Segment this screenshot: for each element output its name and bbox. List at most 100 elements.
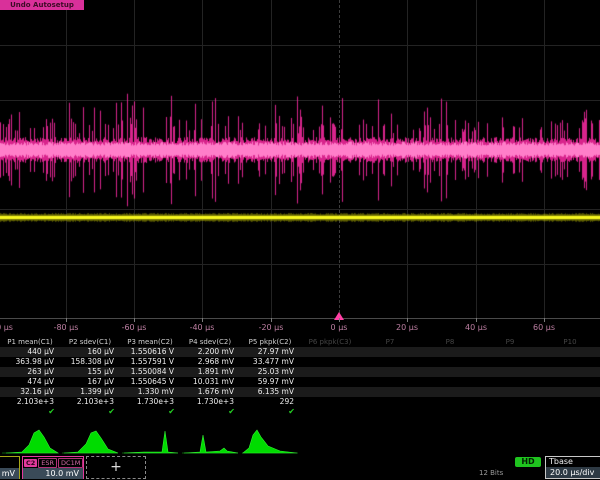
- axis-tick: [202, 318, 203, 322]
- param-header[interactable]: P5 pkpk(C2): [240, 337, 300, 347]
- param-header[interactable]: P1 mean(C1): [0, 337, 60, 347]
- param-value: [480, 397, 540, 407]
- param-value: [420, 377, 480, 387]
- time-axis: -100 µs-80 µs-60 µs-40 µs-20 µs0 µs20 µs…: [0, 318, 600, 336]
- param-value: [360, 387, 420, 397]
- param-status-check-icon: ✔: [240, 407, 300, 417]
- trace-display[interactable]: [0, 0, 600, 318]
- param-value: 2.968 mV: [180, 357, 240, 367]
- param-header[interactable]: P4 sdev(C2): [180, 337, 240, 347]
- param-value: [420, 397, 480, 407]
- axis-tick: [271, 318, 272, 322]
- param-value: [420, 387, 480, 397]
- param-value: [420, 347, 480, 357]
- param-value: 1.550084 V: [120, 367, 180, 377]
- axis-tick-label: 20 µs: [396, 323, 418, 332]
- param-value: 1.730e+3: [120, 397, 180, 407]
- param-header[interactable]: P2 sdev(C1): [60, 337, 120, 347]
- channel-c1-descriptor[interactable]: C1 DC1M 10.0 mV: [0, 456, 20, 479]
- hd-bits-label: 12 Bits: [479, 469, 503, 477]
- param-value: [360, 397, 420, 407]
- param-value: 1.399 µV: [60, 387, 120, 397]
- param-value: [540, 377, 600, 387]
- axis-tick-label: 60 µs: [533, 323, 555, 332]
- param-value: [300, 347, 360, 357]
- add-trace-button[interactable]: +: [86, 456, 146, 479]
- param-value: 2.200 mV: [180, 347, 240, 357]
- axis-tick: [476, 318, 477, 322]
- param-value: 33.477 mV: [240, 357, 300, 367]
- axis-baseline: [0, 318, 600, 319]
- param-status-check-icon: ✔: [120, 407, 180, 417]
- param-header-unused[interactable]: P10: [540, 337, 600, 347]
- timebase-descriptor[interactable]: Tbase 20.0 µs/div: [545, 456, 600, 479]
- axis-tick-label: -80 µs: [54, 323, 79, 332]
- param-value: 32.16 µV: [0, 387, 60, 397]
- param-value: 263 µV: [0, 367, 60, 377]
- axis-tick-label: 0 µs: [331, 323, 348, 332]
- timebase-label: Tbase: [546, 457, 600, 467]
- param-status-check-icon: ✔: [0, 407, 60, 417]
- param-value: 440 µV: [0, 347, 60, 357]
- histicon-p2[interactable]: [60, 428, 120, 454]
- hd-badge: HD: [515, 457, 541, 467]
- param-value: [540, 347, 600, 357]
- axis-tick: [134, 318, 135, 322]
- c2-coupling-badge: DC1M: [58, 458, 83, 468]
- param-value: [540, 367, 600, 377]
- param-value: [480, 387, 540, 397]
- param-value: 292: [240, 397, 300, 407]
- param-value: 2.103e+3: [0, 397, 60, 407]
- param-value: [300, 367, 360, 377]
- param-status-check-icon: ✔: [180, 407, 240, 417]
- param-value: [300, 357, 360, 367]
- c1-volts-per-div: 10.0 mV: [0, 468, 19, 479]
- axis-tick: [407, 318, 408, 322]
- param-stats-row: 2.103e+32.103e+31.730e+31.730e+3292: [0, 397, 600, 407]
- channel-c2-descriptor[interactable]: C2 ESR DC1M 10.0 mV: [22, 456, 84, 479]
- param-value: 10.031 mV: [180, 377, 240, 387]
- param-stats-row: 440 µV160 µV1.550616 V2.200 mV27.97 mV: [0, 347, 600, 357]
- param-value: [480, 367, 540, 377]
- param-value: 1.330 mV: [120, 387, 180, 397]
- param-value: 59.97 mV: [240, 377, 300, 387]
- histicon-p1[interactable]: [0, 428, 60, 454]
- c2-label: C2: [24, 459, 37, 467]
- axis-tick-label: -100 µs: [0, 323, 13, 332]
- histicon-strip: [0, 428, 300, 454]
- axis-tick-label: 40 µs: [465, 323, 487, 332]
- param-header-unused[interactable]: P6 pkpk(C3): [300, 337, 360, 347]
- c2-esr-badge: ESR: [38, 458, 57, 468]
- param-value: 1.730e+3: [180, 397, 240, 407]
- param-header-unused[interactable]: P8: [420, 337, 480, 347]
- param-value: 160 µV: [60, 347, 120, 357]
- histicon-p5[interactable]: [240, 428, 300, 454]
- param-header-unused[interactable]: P9: [480, 337, 540, 347]
- timebase-per-div: 20.0 µs/div: [546, 467, 600, 478]
- param-value: 474 µV: [0, 377, 60, 387]
- param-value: 1.676 mV: [180, 387, 240, 397]
- param-status-check-icon: ✔: [60, 407, 120, 417]
- param-value: 1.550616 V: [120, 347, 180, 357]
- axis-tick: [339, 318, 340, 322]
- oscilloscope-screen: Undo Autosetup -100 µs-80 µs-60 µs-40 µs…: [0, 0, 600, 480]
- param-value: [480, 377, 540, 387]
- param-value: [540, 397, 600, 407]
- param-value: [540, 387, 600, 397]
- param-stats-row: 32.16 µV1.399 µV1.330 mV1.676 mV6.135 mV: [0, 387, 600, 397]
- hd-mode-indicator[interactable]: HD 12 Bits: [473, 456, 543, 479]
- axis-tick: [66, 318, 67, 322]
- undo-autosetup-button[interactable]: Undo Autosetup: [0, 0, 84, 10]
- param-value: [420, 367, 480, 377]
- c2-volts-per-div: 10.0 mV: [23, 468, 83, 479]
- param-value: [360, 347, 420, 357]
- param-value: [300, 377, 360, 387]
- param-header[interactable]: P3 mean(C2): [120, 337, 180, 347]
- param-stats-row: 474 µV167 µV1.550645 V10.031 mV59.97 mV: [0, 377, 600, 387]
- measurement-table: P1 mean(C1)P2 sdev(C1)P3 mean(C2)P4 sdev…: [0, 337, 600, 417]
- param-header-unused[interactable]: P7: [360, 337, 420, 347]
- histicon-p3[interactable]: [120, 428, 180, 454]
- histicon-p4[interactable]: [180, 428, 240, 454]
- axis-tick-label: -60 µs: [122, 323, 147, 332]
- param-value: 1.891 mV: [180, 367, 240, 377]
